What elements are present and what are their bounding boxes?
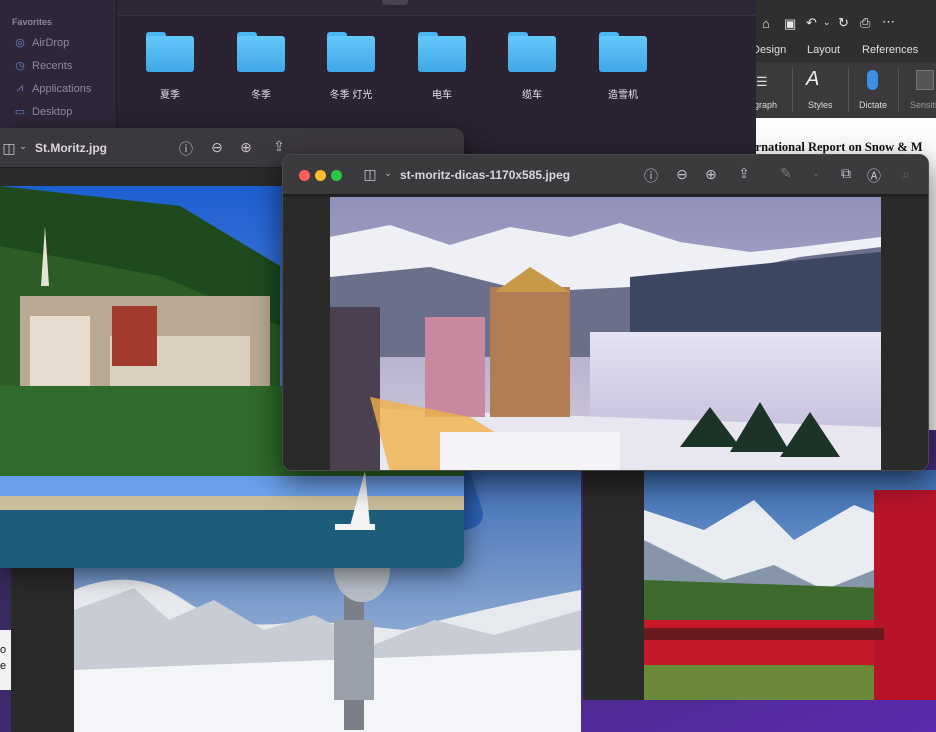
sidebar-item-recents[interactable]: ◷ Recents xyxy=(14,59,73,73)
zoom-in-icon[interactable]: ⊕ xyxy=(702,166,720,183)
folder-label: 造雪机 xyxy=(608,90,638,101)
rotate-icon[interactable]: ⧉ xyxy=(837,165,855,182)
markup-icon[interactable]: Ⓐ xyxy=(865,166,883,186)
share-icon[interactable]: ⇪ xyxy=(270,138,288,155)
word-ribbon: ☰ graph A Styles Dictate Sensiti xyxy=(754,62,936,118)
folder-item[interactable]: 冬季 灯光 xyxy=(321,32,381,101)
folder-item[interactable]: 电车 xyxy=(412,32,472,101)
zoom-out-icon[interactable]: ⊖ xyxy=(673,166,691,183)
sidebar-item-label: Desktop xyxy=(32,105,73,118)
sidebar-item-label: AirDrop xyxy=(32,36,70,49)
print-icon[interactable]: ⎙ xyxy=(860,15,870,31)
sensitivity-button[interactable]: Sensiti xyxy=(910,100,936,110)
train-preview-window xyxy=(583,470,936,700)
favorites-heading: Favorites xyxy=(12,17,53,27)
undo-icon[interactable]: ↶ xyxy=(806,15,817,31)
word-window-peek: o e xyxy=(0,630,11,690)
chevron-down-icon[interactable]: ⌄ xyxy=(14,141,32,152)
sidebar-toggle-icon[interactable]: ◫ xyxy=(361,166,379,183)
folder-label: 电车 xyxy=(432,90,452,101)
minimize-button[interactable] xyxy=(315,170,326,181)
peek-text: e xyxy=(0,660,7,672)
zoom-in-icon[interactable]: ⊕ xyxy=(237,139,255,156)
folder-icon xyxy=(418,32,466,72)
sidebar-item-applications[interactable]: ⩘ Applications xyxy=(14,82,91,95)
share-icon[interactable]: ⇪ xyxy=(735,165,753,182)
finder-toolbar xyxy=(117,0,756,16)
close-button[interactable] xyxy=(299,170,310,181)
word-titlebar: ⌂ ▣ ↶ ⌄ ↻ ⎙ ⋯ xyxy=(756,0,936,40)
preview-toolbar: ◫ ⌄ st-moritz-dicas-1170x585.jpeg ⓘ ⊖ ⊕ … xyxy=(283,155,928,195)
word-ribbon-tabs: Design Layout References xyxy=(752,40,936,62)
window-title: st-moritz-dicas-1170x585.jpeg xyxy=(400,168,571,182)
folder-item[interactable]: 造雪机 xyxy=(593,32,653,101)
redo-icon[interactable]: ↻ xyxy=(838,15,849,31)
folder-icon xyxy=(146,32,194,72)
airdrop-icon: ◎ xyxy=(15,37,25,49)
chevron-down-icon[interactable]: ⌄ xyxy=(807,168,825,179)
folder-icon xyxy=(508,32,556,72)
tab-layout[interactable]: Layout xyxy=(807,44,840,56)
sidebar-item-airdrop[interactable]: ◎ AirDrop xyxy=(14,36,70,50)
document-heading: ernational Report on Snow & M xyxy=(750,140,923,154)
sensitivity-icon[interactable] xyxy=(916,70,934,90)
chevron-down-icon[interactable]: ⌄ xyxy=(379,168,397,179)
styles-button[interactable]: Styles xyxy=(808,100,833,110)
applications-icon: ⩘ xyxy=(16,82,24,94)
styles-icon[interactable]: A xyxy=(806,68,819,91)
chevron-down-icon[interactable]: ⌄ xyxy=(823,17,831,28)
folder-label: 夏季 xyxy=(160,90,180,101)
folder-label: 缆车 xyxy=(522,90,542,101)
folder-label: 冬季 灯光 xyxy=(329,90,373,101)
folder-icon xyxy=(237,32,285,72)
info-icon[interactable]: ⓘ xyxy=(177,139,195,159)
st-moritz-night-image xyxy=(330,197,881,470)
folder-item[interactable]: 缆车 xyxy=(502,32,562,101)
toolbar-button[interactable] xyxy=(382,0,408,5)
markup-pen-icon[interactable]: ✎ xyxy=(777,165,795,182)
tab-references[interactable]: References xyxy=(862,44,918,56)
home-icon[interactable]: ⌂ xyxy=(762,16,770,31)
folder-item[interactable]: 冬季 xyxy=(231,32,291,101)
folder-label: 冬季 xyxy=(251,90,271,101)
paragraph-icon[interactable]: ☰ xyxy=(756,74,768,90)
folder-icon xyxy=(327,32,375,72)
window-title: St.Moritz.jpg xyxy=(35,141,107,155)
sidebar-item-label: Recents xyxy=(32,59,73,72)
peek-text: o xyxy=(0,644,7,656)
zoom-button[interactable] xyxy=(331,170,342,181)
tab-design[interactable]: Design xyxy=(752,44,786,56)
clock-icon: ◷ xyxy=(15,60,25,72)
folder-item[interactable]: 夏季 xyxy=(140,32,200,101)
more-icon[interactable]: ⋯ xyxy=(882,14,895,30)
folder-icon xyxy=(599,32,647,72)
sidebar-item-label: Applications xyxy=(32,82,92,95)
sidebar-item-desktop[interactable]: ▭ Desktop xyxy=(14,105,73,119)
desktop-icon: ▭ xyxy=(14,106,26,118)
save-icon[interactable]: ▣ xyxy=(784,16,796,32)
search-icon[interactable]: ⌕ xyxy=(897,166,915,183)
bernina-train-image xyxy=(644,470,936,700)
paragraph-group-label: graph xyxy=(754,100,778,110)
preview-window-st-moritz-dicas: ◫ ⌄ st-moritz-dicas-1170x585.jpeg ⓘ ⊖ ⊕ … xyxy=(282,154,929,471)
dictate-button[interactable]: Dictate xyxy=(859,100,887,110)
microphone-icon[interactable] xyxy=(867,70,878,90)
zoom-out-icon[interactable]: ⊖ xyxy=(208,139,226,156)
info-icon[interactable]: ⓘ xyxy=(642,166,660,186)
